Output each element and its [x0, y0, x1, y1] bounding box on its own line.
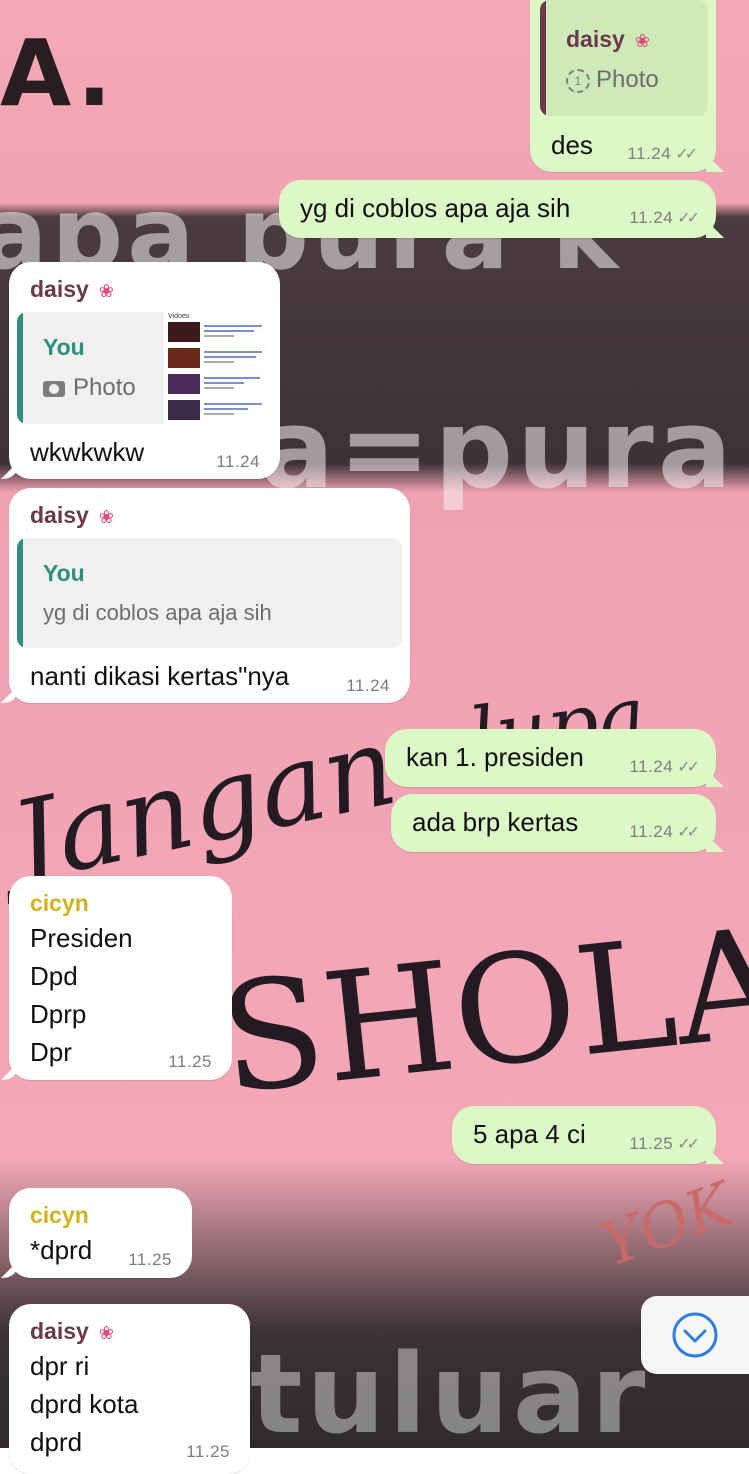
lotus-emoji-icon: ❀ — [634, 31, 650, 51]
message-text: wkwkwkw — [30, 437, 145, 467]
message-line: Dpr — [30, 1037, 72, 1067]
message-line: dpr ri — [30, 1351, 90, 1381]
double-check-icon: ✓✓ — [677, 759, 700, 776]
message-text: *dprd — [30, 1235, 93, 1265]
scroll-to-bottom-button[interactable] — [641, 1296, 749, 1374]
message-bubble-incoming[interactable]: cicyn Presiden Dpd Dprp Dpr 11.25 — [9, 876, 232, 1080]
lotus-emoji-icon: ❀ — [98, 281, 114, 301]
message-line: dprd — [30, 1427, 83, 1457]
double-check-icon: ✓✓ — [677, 210, 700, 227]
message-bubble-incoming[interactable]: cicyn *dprd 11.25 — [9, 1188, 192, 1278]
quote-author: You — [43, 560, 85, 586]
reply-quote[interactable]: You Photo Vidoes — [17, 312, 272, 424]
quote-author: You — [43, 334, 85, 360]
message-time: 11.24 ✓✓ — [629, 208, 700, 227]
message-time: 11.24 ✓✓ — [629, 757, 700, 776]
quote-author: daisy ❀ — [566, 26, 650, 52]
message-bubble-outgoing[interactable]: yg di coblos apa aja sih 11.24 ✓✓ — [279, 180, 716, 238]
message-bubble-outgoing[interactable]: daisy ❀ 1 Photo des 11.24 ✓✓ — [530, 0, 716, 172]
message-bubble-outgoing[interactable]: ada brp kertas 11.24 ✓✓ — [391, 794, 716, 852]
chevron-down-circle-icon — [672, 1312, 718, 1358]
message-time: 11.25 ✓✓ — [629, 1134, 700, 1153]
message-line: Presiden — [30, 923, 133, 953]
message-time: 11.24 ✓✓ — [627, 144, 698, 163]
message-text: kan 1. presiden — [406, 742, 584, 772]
camera-icon — [43, 381, 65, 398]
message-text: nanti dikasi kertas"nya — [30, 661, 290, 691]
lotus-emoji-icon: ❀ — [98, 507, 114, 527]
message-line: dprd kota — [30, 1389, 139, 1419]
wallpaper-text: A. — [0, 20, 116, 127]
double-check-icon: ✓✓ — [677, 1136, 700, 1153]
reply-quote[interactable]: You yg di coblos apa aja sih — [17, 538, 402, 648]
message-time: 11.24 — [346, 676, 390, 695]
sender-name: cicyn — [30, 1202, 89, 1228]
message-line: Dpd — [30, 961, 78, 991]
message-text: ada brp kertas — [412, 807, 579, 837]
message-bubble-incoming[interactable]: daisy ❀ dpr ri dprd kota dprd 11.25 — [9, 1304, 250, 1474]
double-check-icon: ✓✓ — [675, 146, 698, 163]
message-time: 11.25 — [186, 1442, 230, 1461]
message-text: des — [551, 130, 593, 160]
sender-name: daisy ❀ — [30, 1318, 114, 1344]
quote-text: Photo — [43, 374, 136, 402]
message-line: Dprp — [30, 999, 87, 1029]
wallpaper-text: tuluar — [250, 1330, 650, 1448]
message-text: yg di coblos apa aja sih — [300, 193, 571, 223]
message-bubble-incoming[interactable]: daisy ❀ You yg di coblos apa aja sih nant… — [9, 488, 410, 703]
view-once-icon: 1 — [566, 69, 590, 94]
message-text: 5 apa 4 ci — [473, 1119, 586, 1149]
sender-name: daisy ❀ — [30, 276, 114, 302]
message-time: 11.24 ✓✓ — [629, 822, 700, 841]
quote-text: 1 Photo — [566, 66, 659, 94]
wallpaper-text: YOK — [592, 1169, 742, 1281]
double-check-icon: ✓✓ — [677, 824, 700, 841]
thumbnail-header: Vidoes — [168, 313, 190, 320]
message-bubble-outgoing[interactable]: 5 apa 4 ci 11.25 ✓✓ — [452, 1106, 716, 1164]
sender-name: cicyn — [30, 890, 89, 916]
sender-name: daisy ❀ — [30, 502, 114, 528]
wallpaper-text: SHOLAT — [212, 886, 749, 1128]
message-time: 11.24 — [216, 452, 260, 471]
photo-thumbnail: Vidoes — [164, 312, 272, 424]
message-bubble-outgoing[interactable]: kan 1. presiden 11.24 ✓✓ — [385, 729, 716, 787]
quote-text: yg di coblos apa aja sih — [43, 600, 272, 625]
message-bubble-incoming[interactable]: daisy ❀ You Photo Vidoes wkwkwkw 11.24 — [9, 262, 280, 479]
reply-quote[interactable]: daisy ❀ 1 Photo — [540, 0, 708, 116]
lotus-emoji-icon: ❀ — [98, 1323, 114, 1343]
message-time: 11.25 — [168, 1052, 212, 1071]
message-time: 11.25 — [128, 1250, 172, 1269]
